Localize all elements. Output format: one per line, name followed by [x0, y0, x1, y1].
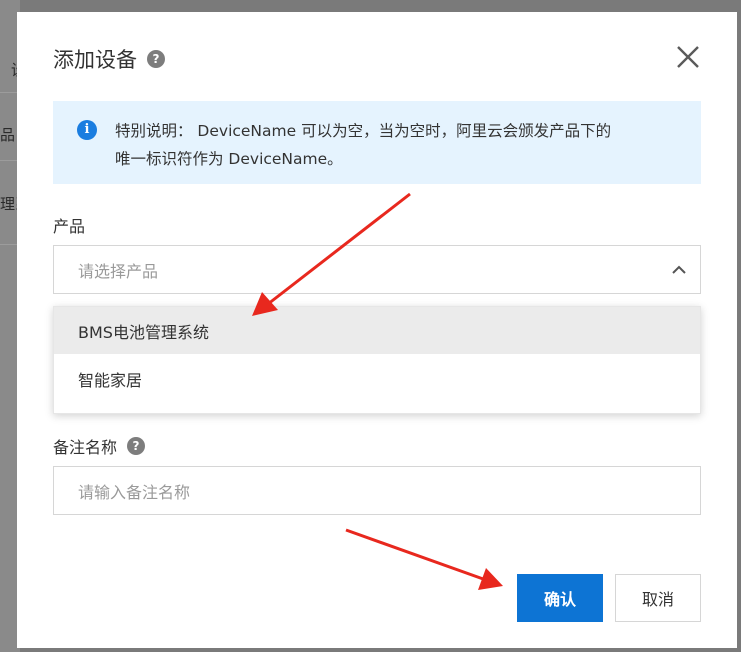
add-device-dialog: 添加设备 ? i 特别说明： DeviceName 可以为空，当为空时，阿里云会…	[17, 12, 737, 648]
close-icon	[677, 46, 699, 68]
close-button[interactable]	[675, 44, 701, 70]
confirm-button[interactable]: 确认	[517, 574, 603, 622]
background-text: 品	[0, 126, 16, 144]
help-icon[interactable]: ?	[127, 437, 146, 455]
notice-line-1: 特别说明： DeviceName 可以为空，当为空时，阿里云会颁发产品下的	[115, 122, 612, 140]
info-icon: i	[77, 120, 97, 140]
note-label-row: 备注名称 ?	[53, 434, 146, 458]
dropdown-option-smart-home[interactable]: 智能家居	[54, 355, 700, 402]
note-label: 备注名称	[53, 438, 118, 457]
note-name-input[interactable]: 请输入备注名称	[53, 466, 701, 515]
product-select[interactable]: 请选择产品	[53, 245, 701, 294]
cancel-button[interactable]: 取消	[615, 574, 701, 622]
note-name-placeholder: 请输入备注名称	[78, 482, 191, 502]
dropdown-option-bms[interactable]: BMS电池管理系统	[54, 307, 700, 354]
product-select-placeholder: 请选择产品	[78, 261, 159, 281]
chevron-up-icon	[672, 265, 686, 274]
notice-box: i 特别说明： DeviceName 可以为空，当为空时，阿里云会颁发产品下的 …	[53, 101, 701, 184]
dialog-title: 添加设备	[53, 48, 137, 72]
dialog-header: 添加设备 ?	[53, 42, 165, 76]
product-label: 产品	[53, 217, 86, 236]
notice-line-2: 唯一标识符作为 DeviceName。	[115, 150, 343, 168]
product-dropdown: BMS电池管理系统 智能家居	[53, 306, 701, 414]
help-icon[interactable]: ?	[147, 50, 165, 68]
